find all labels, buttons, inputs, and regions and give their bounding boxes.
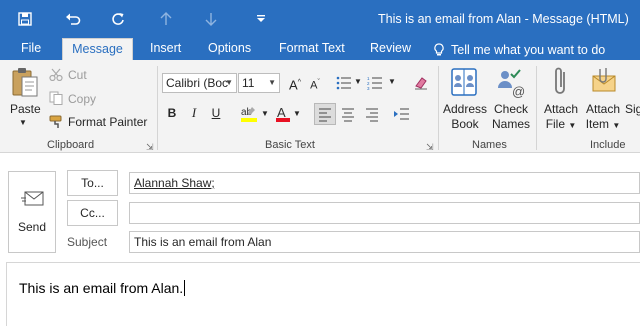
tell-me-search[interactable]: Tell me what you want to do [433, 40, 605, 60]
font-name-value: Calibri (Boc [166, 76, 229, 90]
cc-button[interactable]: Cc... [67, 200, 118, 226]
address-book-label-1: Address [442, 102, 488, 116]
tab-review[interactable]: Review [370, 40, 411, 60]
chevron-down-icon: ▼ [612, 121, 621, 130]
attach-item-icon[interactable] [590, 66, 618, 101]
to-recipient: Alannah Shaw; [134, 176, 215, 190]
chevron-down-icon: ▼ [268, 78, 276, 87]
save-icon[interactable] [14, 8, 36, 30]
attach-item-label-1: Attach [585, 102, 621, 116]
tab-insert[interactable]: Insert [150, 40, 181, 60]
copy-icon [49, 91, 63, 108]
font-size-value: 11 [242, 76, 255, 90]
body-text: This is an email from Alan. [19, 280, 186, 296]
body-content: This is an email from Alan. [19, 280, 184, 296]
indent-icon[interactable] [392, 104, 412, 127]
copy-button[interactable]: Copy [68, 92, 96, 106]
address-book-icon[interactable] [448, 66, 480, 101]
cut-button[interactable]: Cut [68, 68, 87, 82]
tell-me-label: Tell me what you want to do [451, 43, 606, 57]
text-caret [184, 280, 186, 296]
address-book-label-2: Book [451, 117, 479, 131]
chevron-down-icon[interactable]: ▼ [19, 118, 27, 127]
send-icon [21, 189, 45, 212]
to-field[interactable]: Alannah Shaw; [129, 172, 640, 194]
attach-file-label-2: File [545, 117, 566, 131]
cut-icon [49, 68, 63, 84]
ribbon: Paste ▼ Cut Copy Format Painter Clipboar… [0, 60, 640, 153]
clipboard-group-label: Clipboard [47, 139, 95, 151]
subject-field[interactable]: This is an email from Alan [129, 231, 640, 253]
send-label: Send [17, 220, 47, 234]
chevron-down-icon[interactable]: ▼ [293, 109, 301, 118]
separator [157, 66, 158, 150]
grow-font-icon[interactable]: A^ [285, 73, 305, 93]
chevron-down-icon: ▼ [568, 121, 577, 130]
font-size-select[interactable]: 11 ▼ [238, 73, 280, 93]
message-body[interactable]: This is an email from Alan. [6, 262, 640, 326]
tab-file[interactable]: File [21, 40, 41, 60]
highlight-icon[interactable]: ab [240, 105, 258, 126]
subject-label: Subject [67, 235, 108, 249]
tab-message[interactable]: Message [62, 38, 133, 60]
undo-icon[interactable] [62, 8, 84, 30]
down-arrow-icon[interactable] [200, 8, 222, 30]
paste-button[interactable]: Paste [10, 102, 41, 117]
bullets-icon[interactable] [336, 76, 352, 93]
font-color-icon[interactable]: A [275, 105, 291, 126]
chevron-down-icon[interactable]: ▼ [261, 109, 269, 118]
tab-options[interactable]: Options [208, 40, 251, 60]
send-button[interactable]: Send [8, 171, 56, 253]
align-left-button[interactable] [314, 103, 336, 125]
shrink-font-icon[interactable]: Aˇ [305, 73, 325, 93]
align-right-button[interactable] [362, 104, 382, 127]
check-names-button[interactable]: Check Names [489, 102, 533, 132]
ribbon-tabs: File Message Insert Options Format Text … [0, 36, 640, 60]
font-name-select[interactable]: Calibri (Boc ▼ [162, 73, 237, 93]
redo-icon[interactable] [107, 8, 129, 30]
signature-button[interactable]: Sig [625, 102, 640, 117]
svg-text:A: A [277, 105, 286, 120]
attach-file-button[interactable]: Attach File ▼ [541, 102, 581, 133]
chevron-down-icon[interactable]: ▼ [354, 77, 362, 86]
names-group-label: Names [472, 139, 507, 151]
to-button[interactable]: To... [67, 170, 118, 196]
italic-button[interactable]: I [184, 103, 204, 123]
check-names-label-2: Names [491, 117, 530, 131]
paperclip-icon[interactable] [552, 66, 570, 101]
attach-file-label-1: Attach [543, 102, 579, 116]
separator [438, 66, 439, 150]
customize-icon[interactable] [250, 8, 272, 30]
bold-button[interactable]: B [162, 103, 182, 123]
chevron-down-icon: ▼ [225, 78, 233, 87]
numbering-icon[interactable]: 123 [367, 76, 383, 93]
up-arrow-icon[interactable] [155, 8, 177, 30]
svg-text:3: 3 [367, 86, 370, 90]
attach-item-button[interactable]: Attach Item ▼ [583, 102, 623, 133]
clipboard-launcher-icon[interactable]: ⇲ [146, 142, 154, 153]
format-painter-icon [49, 115, 64, 132]
underline-button[interactable]: U [206, 103, 226, 123]
attach-item-label-2: Item [585, 117, 610, 131]
lightbulb-icon [434, 43, 444, 56]
separator [536, 66, 537, 150]
basic-text-launcher-icon[interactable]: ⇲ [426, 142, 434, 153]
check-names-icon[interactable]: @ [494, 66, 526, 101]
window-title: This is an email from Alan - Message (HT… [378, 12, 629, 26]
title-bar: This is an email from Alan - Message (HT… [0, 0, 640, 36]
chevron-down-icon[interactable]: ▼ [388, 77, 396, 86]
address-book-button[interactable]: Address Book [442, 102, 488, 132]
paste-icon[interactable] [10, 66, 42, 98]
check-names-label-1: Check [493, 102, 528, 116]
cc-field[interactable] [129, 202, 640, 224]
tab-format-text[interactable]: Format Text [279, 40, 345, 60]
basic-text-group-label: Basic Text [265, 139, 315, 151]
compose-area: Send To... Alannah Shaw; Cc... Subject T… [0, 153, 640, 326]
include-group-label: Include [590, 139, 626, 151]
align-center-button[interactable] [338, 104, 358, 127]
svg-text:@: @ [512, 84, 525, 98]
clear-formatting-icon[interactable] [413, 75, 429, 94]
format-painter-button[interactable]: Format Painter [68, 115, 147, 129]
